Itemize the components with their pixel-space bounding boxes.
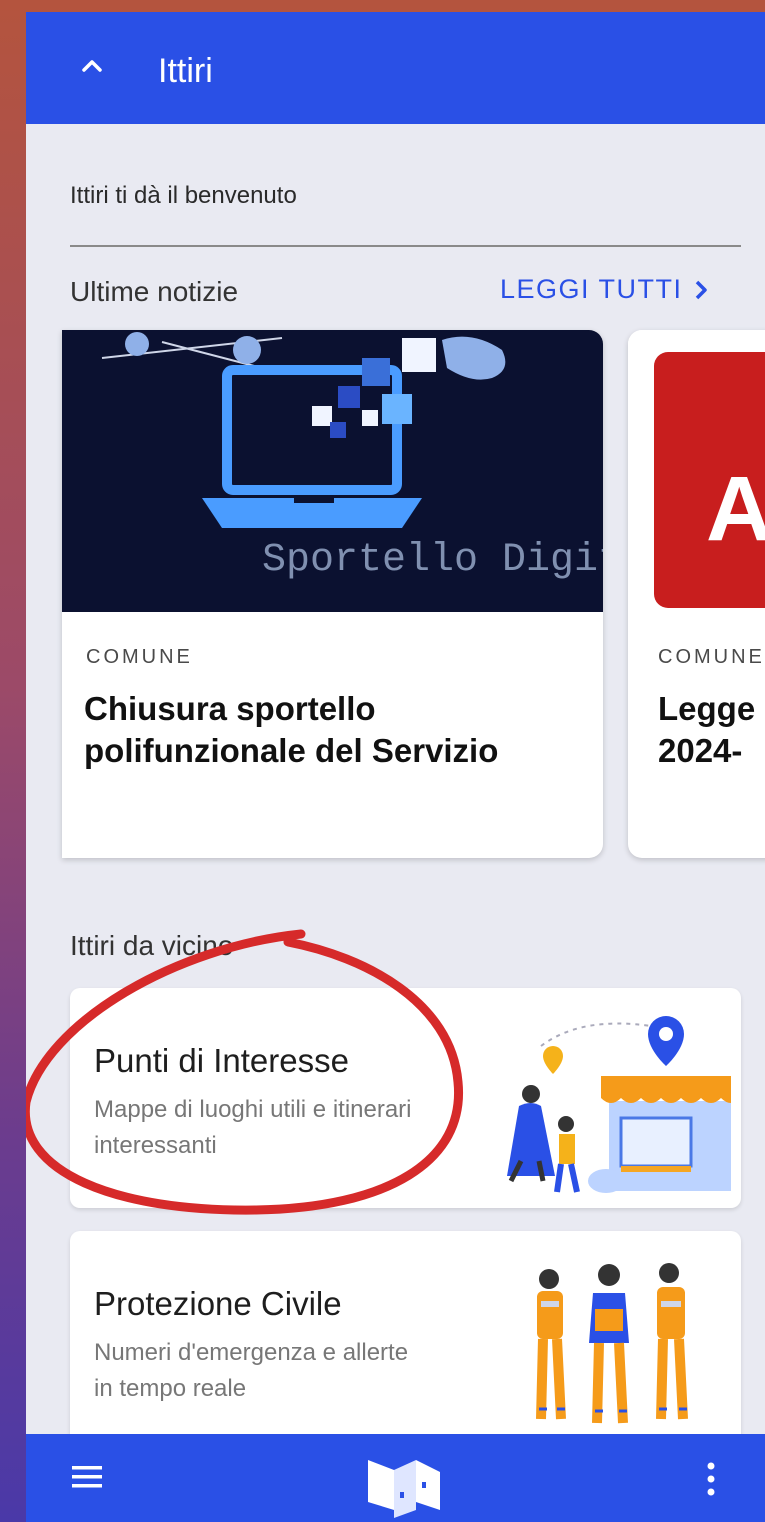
news-image: A — [628, 330, 765, 612]
bottom-bar — [26, 1434, 765, 1522]
read-all-link[interactable]: LEGGI TUTTI — [500, 274, 709, 305]
points-of-interest-tile[interactable]: Punti di Interesse Mappe di luoghi utili… — [70, 988, 741, 1208]
news-card-category: COMUNE — [658, 646, 765, 668]
tile-description: Mappe di luoghi utili e itinerari intere… — [94, 1096, 412, 1159]
news-image-text: A — [706, 458, 765, 560]
news-card[interactable]: A COMUNE Legge 2024- — [628, 330, 765, 858]
tile-description: Numeri d'emergenza e allerte in tempo re… — [94, 1339, 409, 1402]
read-all-label: LEGGI TUTTI — [500, 274, 683, 304]
content-sheet: Ittiri ti dà il benvenuto Ultime notizie… — [26, 124, 765, 1471]
news-heading: Ultime notizie — [70, 276, 239, 307]
chevron-up-icon[interactable] — [76, 50, 108, 82]
volunteers-illustration — [536, 1263, 688, 1424]
news-image: Sportello DigitITTIRI — [62, 330, 603, 612]
divider — [70, 245, 741, 247]
app-logo-icon[interactable] — [364, 1452, 444, 1518]
news-card-title: Legge 2024- — [658, 690, 756, 769]
app-screen: Ittiri Ittiri ti dà il benvenuto Ultime … — [26, 12, 765, 1522]
near-heading: Ittiri da vicino — [70, 930, 234, 961]
news-image-text: Sportello DigitITTIRI — [262, 538, 603, 583]
chevron-right-icon — [695, 280, 707, 299]
tile-title: Punti di Interesse — [94, 1042, 349, 1079]
news-card-title: Chiusura sportello polifunzionale del Se… — [84, 690, 499, 769]
hamburger-menu-icon[interactable] — [72, 1464, 102, 1490]
tile-title: Protezione Civile — [94, 1285, 342, 1322]
app-bar: Ittiri — [26, 12, 765, 124]
welcome-text: Ittiri ti dà il benvenuto — [70, 182, 297, 209]
more-vertical-icon[interactable] — [706, 1462, 716, 1496]
app-title: Ittiri — [158, 52, 213, 90]
shop-illustration — [507, 1016, 731, 1193]
news-card-category: COMUNE — [86, 646, 193, 668]
news-card[interactable]: Sportello DigitITTIRI COMUNE Chiusura sp… — [62, 330, 603, 858]
